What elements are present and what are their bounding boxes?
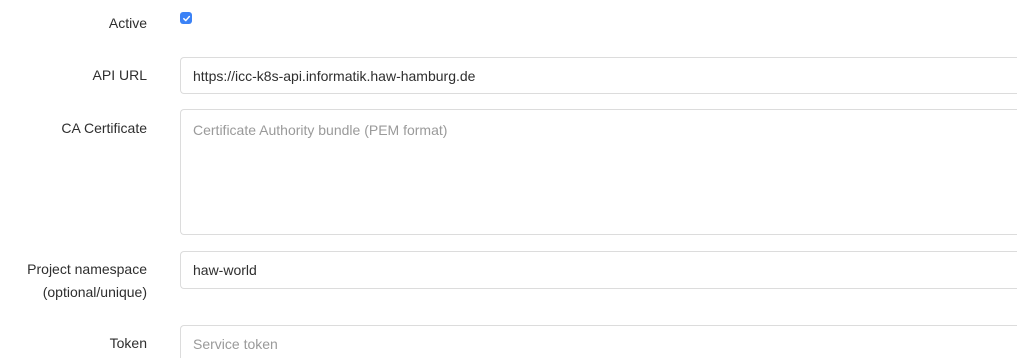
token-input[interactable]: Service token — [180, 325, 1017, 358]
project-namespace-label: Project namespace (optional/unique) — [27, 259, 147, 302]
active-label: Active — [108, 15, 147, 31]
check-icon — [182, 15, 190, 21]
ca-certificate-label: CA Certificate — [61, 120, 147, 136]
cluster-settings-form: Active API URL https://icc-k8s-api.infor… — [0, 0, 1017, 358]
api-url-input[interactable]: https://icc-k8s-api.informatik.haw-hambu… — [180, 57, 1017, 94]
token-label: Token — [109, 335, 147, 351]
project-namespace-input[interactable]: haw-world — [180, 251, 1017, 289]
ca-certificate-textarea[interactable]: Certificate Authority bundle (PEM format… — [180, 109, 1017, 235]
project-namespace-label-line2: (optional/unique) — [42, 284, 147, 300]
api-url-label: API URL — [92, 67, 147, 83]
active-checkbox[interactable] — [180, 12, 192, 24]
project-namespace-label-line1: Project namespace — [27, 261, 147, 277]
